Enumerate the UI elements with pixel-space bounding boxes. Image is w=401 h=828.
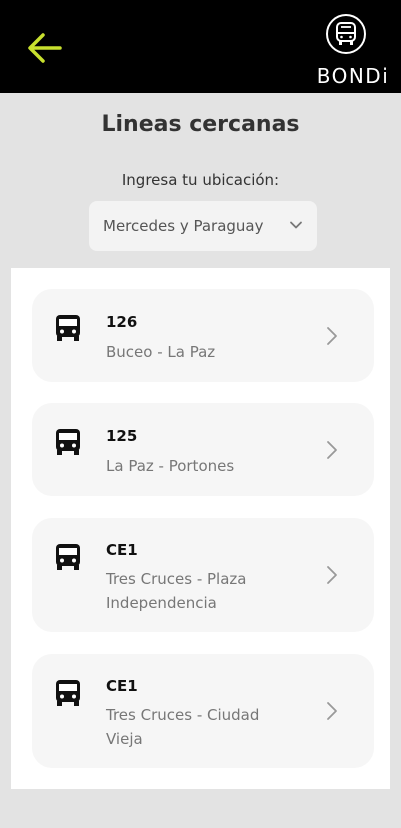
app-logo: BONDi xyxy=(311,14,395,90)
line-card[interactable]: 126 Buceo - La Paz xyxy=(32,289,374,382)
line-card[interactable]: CE1 Tres Cruces - Plaza Independencia xyxy=(32,518,374,632)
chevron-right-icon xyxy=(327,441,337,459)
bus-icon xyxy=(336,22,356,45)
page-title: Lineas cercanas xyxy=(101,112,300,137)
line-code: 125 xyxy=(106,427,138,445)
chevron-down-icon xyxy=(290,221,302,229)
back-button[interactable] xyxy=(22,26,66,70)
arrow-left-icon xyxy=(28,33,62,63)
line-card[interactable]: 125 La Paz - Portones xyxy=(32,403,374,496)
line-code: CE1 xyxy=(106,677,138,695)
bus-icon xyxy=(56,680,80,706)
lines-panel: 126 Buceo - La Paz 125 La Paz - Portones xyxy=(11,268,390,789)
bus-icon xyxy=(56,544,80,570)
location-select-value: Mercedes y Paraguay xyxy=(103,217,264,235)
line-route: Buceo - La Paz xyxy=(106,343,216,361)
location-label: Ingresa tu ubicación: xyxy=(121,171,280,189)
line-code: 126 xyxy=(106,313,138,331)
line-code: CE1 xyxy=(106,541,138,559)
bus-icon xyxy=(56,315,80,341)
line-route: Tres Cruces - Ciudad Vieja xyxy=(106,706,260,748)
logo-circle xyxy=(326,14,366,54)
location-select[interactable]: Mercedes y Paraguay xyxy=(89,201,317,251)
line-route: La Paz - Portones xyxy=(106,457,235,475)
bus-icon xyxy=(56,429,80,455)
chevron-right-icon xyxy=(327,327,337,345)
chevron-right-icon xyxy=(327,702,337,720)
logo-text: BONDi xyxy=(316,64,390,88)
line-route: Tres Cruces - Plaza Independencia xyxy=(106,570,247,612)
chevron-right-icon xyxy=(327,566,337,584)
app-header: BONDi xyxy=(0,0,401,93)
line-card[interactable]: CE1 Tres Cruces - Ciudad Vieja xyxy=(32,654,374,768)
